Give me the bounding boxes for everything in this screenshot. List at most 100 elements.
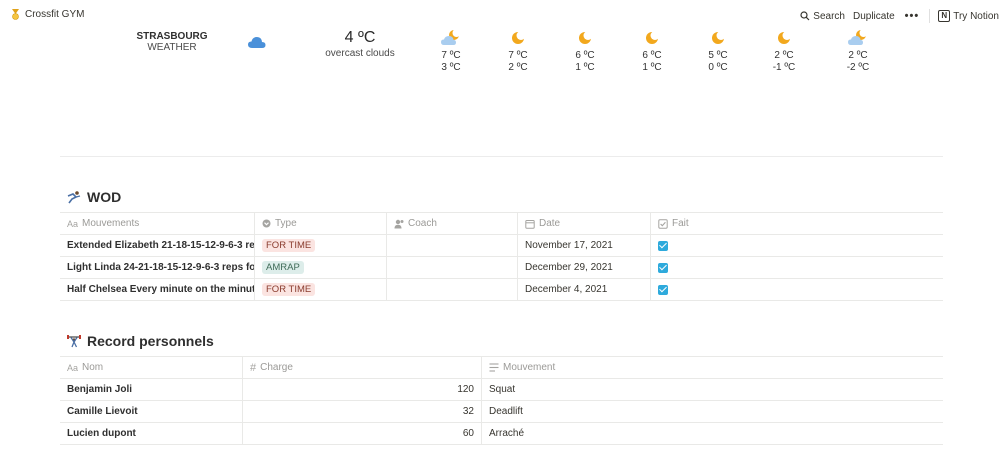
forecast-high: 6 ºC (642, 50, 662, 61)
type-cell[interactable]: FOR TIME (255, 235, 387, 256)
text-property-icon: Aa (67, 362, 79, 373)
nom-cell[interactable]: Lucien dupont (60, 423, 243, 444)
moon-icon (512, 31, 525, 44)
nom-cell[interactable]: Camille Lievoit (60, 401, 243, 422)
date-cell[interactable]: December 29, 2021 (518, 257, 651, 278)
date-cell[interactable]: December 4, 2021 (518, 279, 651, 300)
mouvements-cell[interactable]: Light Linda 24-21-18-15-12-9-6-3 reps fo… (60, 257, 255, 278)
notion-logo-icon: N (938, 10, 951, 22)
search-icon (800, 11, 810, 21)
table-row[interactable]: Benjamin Joli 120 Squat (60, 379, 943, 401)
mouvements-cell[interactable]: Extended Elizabeth 21-18-15-12-9-6-3 rep… (60, 235, 255, 256)
forecast-high: 2 ºC (848, 50, 868, 61)
gymnast-icon (67, 191, 81, 204)
moon-icon (646, 31, 659, 44)
nom-cell[interactable]: Benjamin Joli (60, 379, 243, 400)
workspace-title: Crossfit GYM (25, 9, 85, 20)
moon-icon (778, 31, 791, 44)
calendar-icon (525, 219, 535, 229)
current-description: overcast clouds (325, 48, 395, 59)
forecast-low: 3 ºC (441, 62, 461, 73)
forecast-low: 0 ºC (708, 62, 728, 73)
column-header-charge[interactable]: # Charge (243, 357, 482, 378)
charge-cell[interactable]: 120 (243, 379, 482, 400)
coach-cell[interactable] (387, 257, 518, 278)
forecast-high: 7 ºC (508, 50, 528, 61)
forecast-low: -2 ºC (846, 62, 870, 73)
medal-icon (12, 9, 19, 20)
fait-cell[interactable] (651, 235, 943, 256)
weather-label: WEATHER (147, 42, 197, 53)
mouvement-cell[interactable]: Arraché (482, 423, 943, 444)
workspace-breadcrumb[interactable]: Crossfit GYM (11, 9, 84, 20)
forecast-day: 7 ºC 2 ºC (498, 28, 538, 74)
text-lines-icon (489, 363, 499, 372)
table-row[interactable]: Extended Elizabeth 21-18-15-12-9-6-3 rep… (60, 235, 943, 257)
forecast-high: 7 ºC (441, 50, 461, 61)
fait-cell[interactable] (651, 257, 943, 278)
search-button[interactable]: Search (800, 11, 845, 22)
column-header-mouvement[interactable]: Mouvement (482, 357, 943, 378)
wod-title: WOD (87, 189, 122, 205)
charge-cell[interactable]: 32 (243, 401, 482, 422)
column-header-coach[interactable]: Coach (387, 213, 518, 234)
forecast-high: 6 ºC (575, 50, 595, 61)
column-label: Charge (260, 362, 293, 373)
forecast-day: 7 ºC 3 ºC (431, 28, 471, 74)
forecast-day: 6 ºC 1 ºC (565, 28, 605, 74)
cloud-moon-icon (848, 29, 868, 45)
search-label: Search (813, 10, 845, 22)
table-row[interactable]: Lucien dupont 60 Arraché (60, 423, 943, 445)
forecast-day: 2 ºC -1 ºC (764, 28, 804, 74)
column-label: Mouvements (82, 218, 140, 229)
select-property-icon (262, 219, 271, 228)
forecast-day: 6 ºC 1 ºC (632, 28, 672, 74)
type-cell[interactable]: AMRAP (255, 257, 387, 278)
records-table: Aa Nom # Charge Mouvement Benjamin Joli … (60, 356, 943, 445)
fait-checkbox[interactable] (658, 284, 668, 295)
moon-icon (579, 31, 592, 44)
column-label: Nom (82, 362, 104, 373)
forecast-low: 2 ºC (508, 62, 528, 73)
mouvements-cell[interactable]: Half Chelsea Every minute on the minute … (60, 279, 255, 300)
column-label: Type (275, 218, 297, 229)
divider (60, 156, 943, 157)
table-row[interactable]: Half Chelsea Every minute on the minute … (60, 279, 943, 301)
mouvement-cell[interactable]: Squat (482, 379, 943, 400)
current-temperature: 4 ºC (344, 29, 376, 46)
forecast-day: 5 ºC 0 ºC (698, 28, 738, 74)
records-title: Record personnels (87, 333, 214, 349)
date-cell[interactable]: November 17, 2021 (518, 235, 651, 256)
mouvement-cell[interactable]: Deadlift (482, 401, 943, 422)
column-header-date[interactable]: Date (518, 213, 651, 234)
try-notion-button[interactable]: N Try Notion (938, 10, 999, 22)
column-header-fait[interactable]: Fait (651, 213, 943, 234)
city-name: STRASBOURG (136, 31, 208, 42)
table-row[interactable]: Light Linda 24-21-18-15-12-9-6-3 reps fo… (60, 257, 943, 279)
column-label: Date (539, 218, 561, 229)
person-property-icon (394, 219, 404, 228)
type-tag: FOR TIME (262, 239, 316, 252)
fait-checkbox[interactable] (658, 240, 668, 251)
table-row[interactable]: Camille Lievoit 32 Deadlift (60, 401, 943, 423)
column-header-mouvements[interactable]: Aa Mouvements (60, 213, 255, 234)
table-header: Aa Nom # Charge Mouvement (60, 357, 943, 379)
coach-cell[interactable] (387, 279, 518, 300)
try-notion-label: Try Notion (953, 10, 999, 22)
duplicate-button[interactable]: Duplicate (853, 11, 895, 22)
column-header-type[interactable]: Type (255, 213, 387, 234)
fait-cell[interactable] (651, 279, 943, 300)
column-label: Coach (408, 218, 437, 229)
text-property-icon: Aa (67, 218, 79, 229)
charge-cell[interactable]: 60 (243, 423, 482, 444)
column-header-nom[interactable]: Aa Nom (60, 357, 243, 378)
cloud-icon (248, 37, 266, 48)
divider (929, 9, 931, 23)
moon-icon (712, 31, 725, 44)
cloud-moon-icon (441, 29, 461, 45)
more-options-button[interactable]: ••• (905, 10, 920, 22)
fait-checkbox[interactable] (658, 262, 668, 273)
coach-cell[interactable] (387, 235, 518, 256)
type-cell[interactable]: FOR TIME (255, 279, 387, 300)
weather-widget: STRASBOURG WEATHER 4 ºC overcast clouds … (0, 28, 1005, 88)
